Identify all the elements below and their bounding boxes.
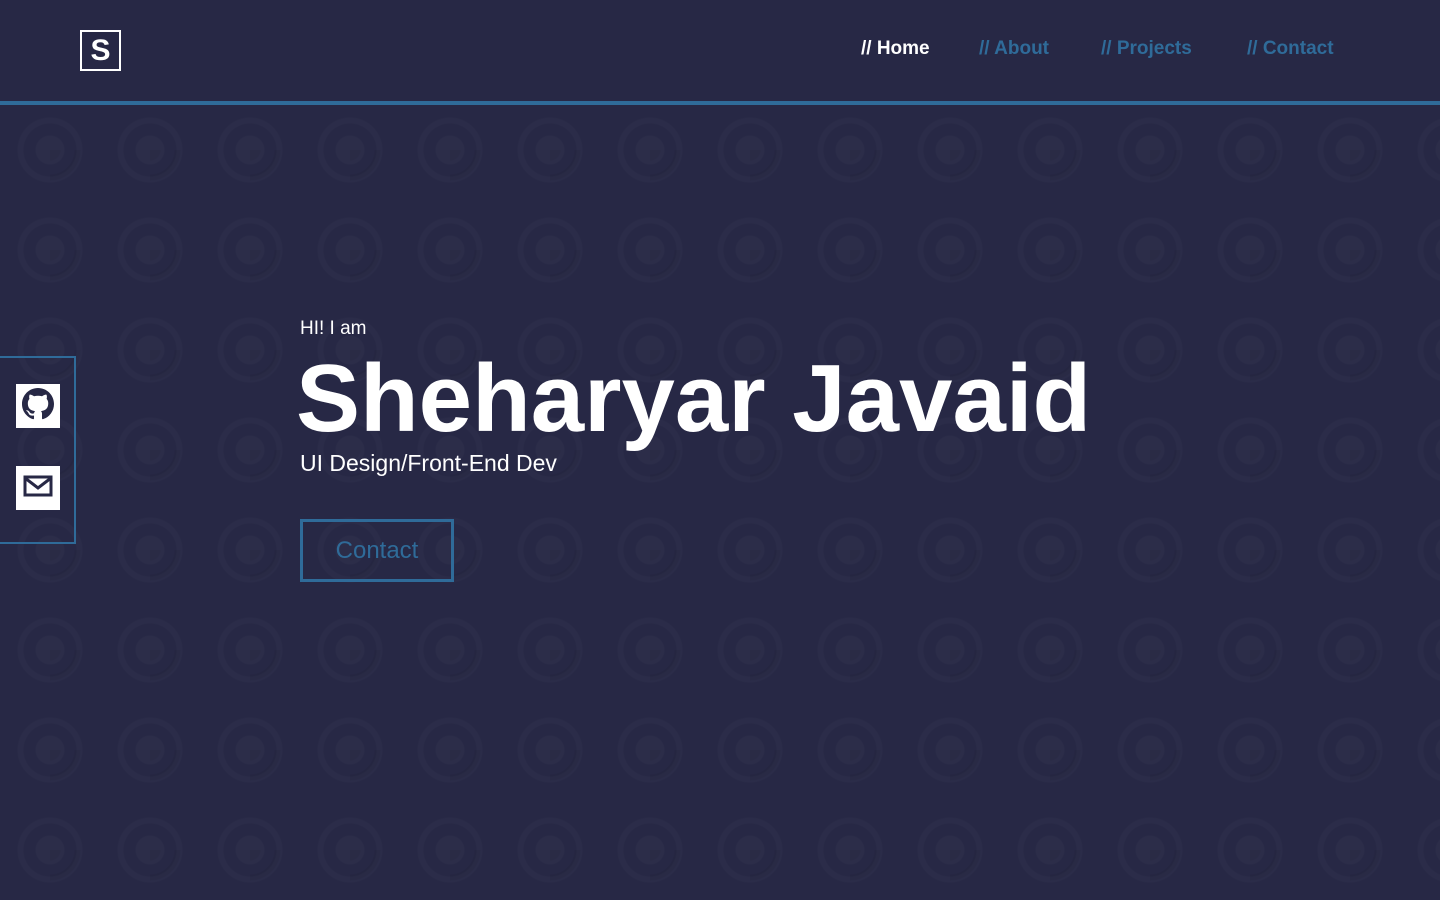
hero-name: Sheharyar Javaid [296,345,1092,452]
nav-link-contact[interactable]: // Contact [1247,38,1334,60]
email-link[interactable] [16,466,60,510]
mail-icon [22,470,54,507]
github-link[interactable] [16,384,60,428]
nav-link-home[interactable]: // Home [861,38,930,60]
hero-role: UI Design/Front-End Dev [300,450,557,476]
github-icon [22,387,54,425]
top-navigation-bar: S // Home // About // Projects // Contac… [0,0,1440,105]
contact-button[interactable]: Contact [300,519,454,582]
page: S // Home // About // Projects // Contac… [0,0,1440,900]
nav-link-projects[interactable]: // Projects [1101,38,1192,60]
hero-greeting: HI! I am [300,318,367,339]
social-links-panel [0,356,76,544]
nav-link-about[interactable]: // About [979,38,1049,60]
site-logo[interactable]: S [80,30,121,71]
